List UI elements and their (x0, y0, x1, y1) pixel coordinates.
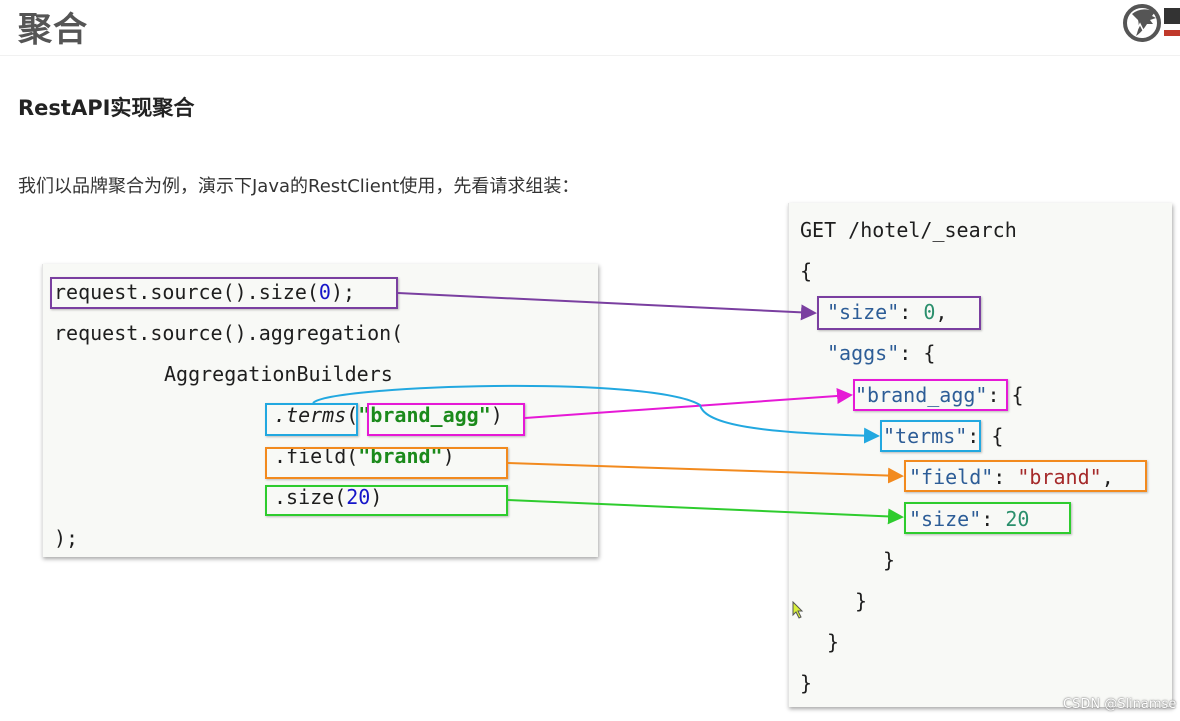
highlight-field-json (904, 460, 1147, 492)
highlight-brand-agg-json (853, 379, 1008, 411)
horse-logo-icon (1122, 2, 1180, 46)
highlight-field-java (265, 447, 508, 479)
highlight-size-java (50, 277, 398, 309)
highlight-terms-json (880, 420, 981, 452)
watermark: CSDN @Slinamse (1063, 697, 1177, 712)
java-line-builders: AggregationBuilders (164, 362, 393, 386)
json-key: "aggs" (827, 341, 900, 365)
highlight-size20-java (265, 485, 508, 516)
json-request-panel: GET /hotel/_search { "size": 0, "aggs": … (788, 203, 1172, 707)
json-close-terms: } (883, 548, 896, 572)
section-title: RestAPI实现聚合 (18, 96, 195, 120)
highlight-size-json (817, 296, 981, 330)
highlight-brand-agg-java (367, 403, 525, 436)
json-line-aggs: "aggs": { (827, 341, 935, 365)
mouse-pointer-icon (792, 600, 804, 619)
highlight-size20-json (904, 502, 1071, 534)
highlight-terms-java (265, 403, 358, 436)
java-line-close: ); (54, 526, 79, 550)
title-divider (0, 55, 1180, 56)
json-close-aggs: } (827, 630, 840, 654)
java-line-aggregation: request.source().aggregation( (54, 321, 404, 345)
json-close-root: } (800, 671, 813, 695)
intro-text: 我们以品牌聚合为例，演示下Java的RestClient使用，先看请求组装： (18, 176, 580, 197)
request-line: GET /hotel/_search (800, 218, 1017, 242)
json-close-agg: } (855, 589, 868, 613)
json-open-brace: { (800, 259, 813, 283)
page-title: 聚合 (18, 10, 88, 50)
code-text: : { (899, 341, 936, 365)
